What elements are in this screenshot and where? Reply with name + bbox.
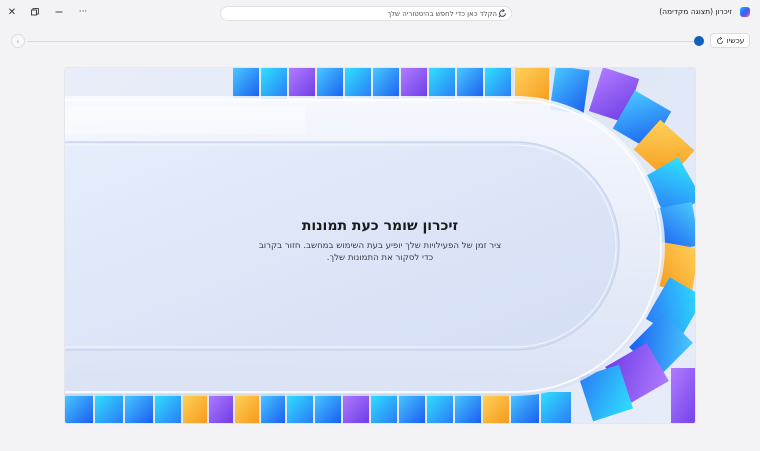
hero-text-block: זיכרון שומר כעת תמונות ציר זמן של הפעילו… xyxy=(215,218,545,264)
search-refresh-icon[interactable] xyxy=(498,9,507,18)
now-label: עכשיו xyxy=(726,36,745,45)
recall-icon xyxy=(740,7,750,17)
close-icon: ✕ xyxy=(7,6,17,18)
timeline-back-button[interactable]: ‹ xyxy=(11,34,25,48)
timeline-track[interactable] xyxy=(27,41,694,42)
hero-illustration: זיכרון שומר כעת תמונות ציר זמן של הפעילו… xyxy=(65,68,695,423)
now-button[interactable]: עכשיו xyxy=(710,33,750,48)
hero-description: ציר זמן של הפעילויות שלך יופיע בעת השימו… xyxy=(258,241,502,263)
more-options-button[interactable]: ··· xyxy=(73,4,93,20)
search-box[interactable] xyxy=(220,6,512,21)
close-button[interactable]: ✕ xyxy=(2,4,22,20)
bottom-tile-row xyxy=(65,392,571,423)
search-input[interactable] xyxy=(237,7,497,20)
minimize-button[interactable] xyxy=(49,4,69,20)
refresh-icon xyxy=(716,36,723,44)
timeline-position-dot[interactable] xyxy=(694,36,704,46)
minimize-icon xyxy=(55,11,63,13)
more-icon: ··· xyxy=(78,7,88,17)
restore-icon xyxy=(31,8,39,16)
title-bar: ✕ ··· זיכרון (תצוגה מקדימה) xyxy=(0,0,760,26)
chevron-left-icon: ‹ xyxy=(16,36,20,46)
app-title: זיכרון (תצוגה מקדימה) xyxy=(659,7,732,16)
hero-title: זיכרון שומר כעת תמונות xyxy=(301,218,459,234)
restore-button[interactable] xyxy=(25,4,45,20)
